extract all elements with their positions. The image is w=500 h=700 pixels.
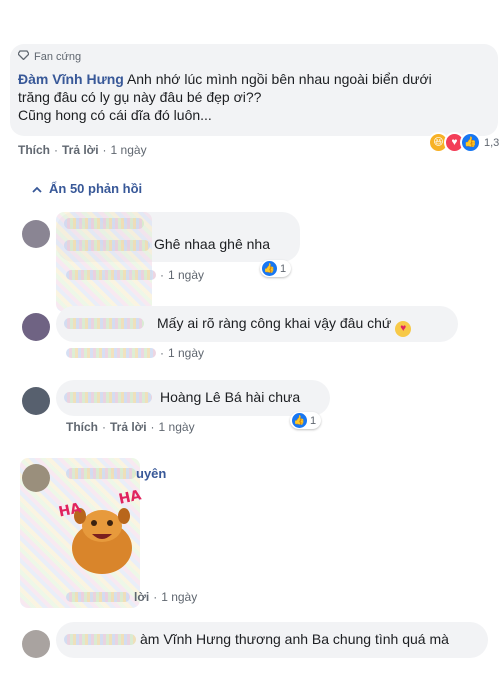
avatar[interactable]: [22, 313, 50, 341]
reply-text-content: Mấy ai rõ ràng công khai vậy đâu chứ: [157, 315, 392, 331]
reply-link[interactable]: Trả lời: [62, 143, 99, 157]
diamond-icon: [17, 50, 30, 63]
separator-dot: ·: [160, 346, 164, 360]
reaction-summary[interactable]: 😆 ♥ 👍 1,3: [428, 132, 499, 153]
reply-time[interactable]: 1 ngày: [161, 590, 197, 604]
reply-actions: · 1 ngày: [160, 346, 204, 360]
reply-like-count[interactable]: 👍 1: [260, 260, 292, 277]
separator-dot: ·: [54, 143, 58, 157]
comment-text-line1: Anh nhớ lúc mình ngồi bên nhau ngoài biể…: [126, 71, 432, 87]
like-count: 1: [280, 262, 287, 275]
separator-dot: ·: [160, 268, 164, 282]
blurred-name: [64, 634, 136, 645]
reply-actions: lời · 1 ngày: [66, 590, 197, 604]
chevron-up-icon: [32, 181, 42, 196]
like-link[interactable]: Thích: [18, 143, 50, 157]
like-link[interactable]: Thích: [66, 420, 98, 434]
avatar[interactable]: [22, 630, 50, 658]
top-comment-actions: Thích · Trả lời · 1 ngày: [18, 143, 147, 157]
reply-actions: · 1 ngày: [160, 268, 204, 282]
fan-badge-label: Fan cứng: [34, 50, 82, 63]
hide-replies-label: Ẩn 50 phản hồi: [49, 181, 143, 196]
heart-eyes-icon: ♥: [395, 321, 412, 337]
reply-link[interactable]: lời: [134, 590, 149, 604]
reply-like-count[interactable]: 👍 1: [290, 412, 322, 429]
author-name-tail: uyên: [136, 466, 167, 481]
like-icon: 👍: [292, 413, 307, 428]
comment-time[interactable]: 1 ngày: [111, 143, 147, 157]
avatar[interactable]: [22, 220, 50, 248]
blurred-name: [64, 240, 150, 251]
reply-text: Hoàng Lê Bá hài chưa: [160, 389, 301, 405]
separator-dot: ·: [150, 420, 155, 434]
separator-dot: ·: [153, 590, 158, 604]
blurred-name: [64, 218, 144, 229]
avatar[interactable]: [22, 387, 50, 415]
blurred-actions: [66, 270, 156, 280]
hide-replies-toggle[interactable]: Ẩn 50 phản hồi: [32, 181, 142, 196]
haha-sticker: HA HA: [57, 487, 144, 580]
comment-text-line2: trăng đâu có ly gụ này đâu bé đẹp ơi??: [18, 89, 262, 105]
comment-text-line3: Cũng hong có cái dĩa đó luôn...: [18, 107, 212, 123]
reply-author[interactable]: uyên: [66, 466, 166, 481]
reply-text: àm Vĩnh Hưng thương anh Ba chung tình qu…: [140, 631, 449, 647]
blurred-name: [64, 392, 152, 403]
fan-badge: Fan cứng: [17, 50, 82, 63]
like-count: 1: [310, 414, 317, 427]
reply-text: Mấy ai rõ ràng công khai vậy đâu chứ ♥: [157, 315, 412, 337]
reaction-count: 1,3: [484, 136, 500, 149]
reply-text: Ghê nhaa ghê nha: [154, 236, 270, 252]
reply-time[interactable]: 1 ngày: [159, 420, 195, 434]
like-icon: 👍: [262, 261, 277, 276]
top-comment-text: Đàm Vĩnh Hưng Anh nhớ lúc mình ngồi bên …: [18, 70, 478, 124]
reply-link[interactable]: Trả lời: [110, 420, 147, 434]
avatar[interactable]: [22, 464, 50, 492]
reply-time[interactable]: 1 ngày: [168, 268, 204, 282]
separator-dot: ·: [102, 420, 106, 434]
comment-author[interactable]: Đàm Vĩnh Hưng: [18, 71, 124, 87]
reply-actions: Thích · Trả lời · 1 ngày: [66, 420, 195, 434]
separator-dot: ·: [102, 143, 107, 157]
blurred-name: [64, 318, 144, 329]
blurred-actions: [66, 348, 156, 358]
reply-time[interactable]: 1 ngày: [168, 346, 204, 360]
blurred-name: [66, 468, 136, 479]
like-icon: 👍: [460, 132, 481, 153]
blurred-actions: [66, 592, 130, 602]
